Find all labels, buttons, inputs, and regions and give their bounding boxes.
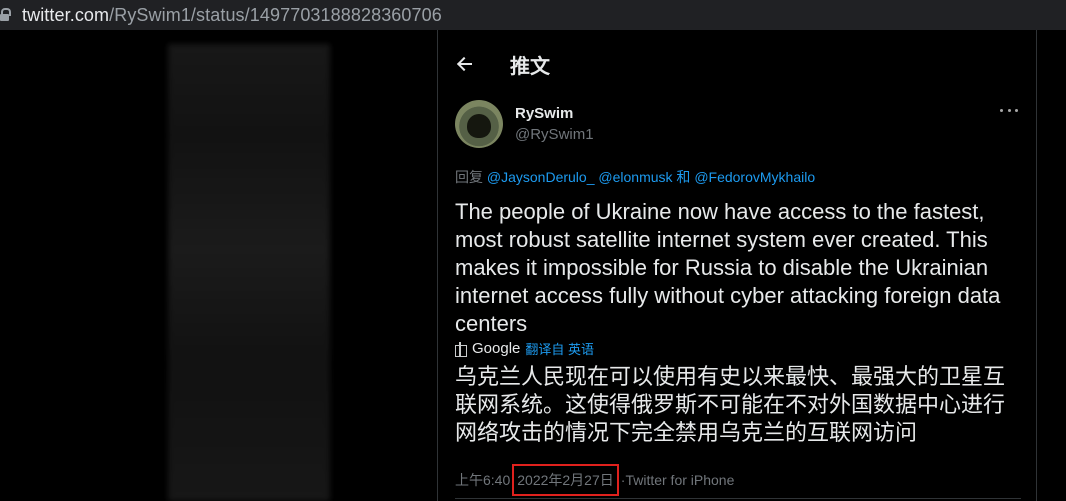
tweet-author[interactable]: RySwim @RySwim1 — [455, 100, 594, 148]
tweet-column: 推文 RySwim @RySwim1 回复 @JaysonDerulo_ @el… — [437, 30, 1037, 501]
url-text[interactable]: twitter.com/RySwim1/status/1497703188828… — [22, 5, 442, 26]
blurred-sidebar — [168, 44, 330, 501]
translate-source-link[interactable]: 翻译自 英语 — [525, 339, 594, 358]
tweet-date[interactable]: 2022年2月27日 — [512, 464, 619, 496]
lock-icon[interactable] — [0, 8, 11, 22]
translation-attribution: Google 翻译自 英语 — [455, 339, 594, 358]
reply-to-line: 回复 @JaysonDerulo_ @elonmusk 和 @FedorovMy… — [455, 167, 815, 187]
translate-provider: Google — [472, 340, 521, 357]
translated-body: 乌克兰人民现在可以使用有史以来最快、最强大的卫星互联网系统。这使得俄罗斯不可能在… — [455, 365, 1006, 446]
translate-icon — [455, 341, 467, 357]
reply-prefix: 回复 — [455, 169, 483, 185]
tweet-meta: 上午6:40 2022年2月27日 · Twitter for iPhone — [455, 464, 734, 496]
mention-link[interactable]: @elonmusk — [598, 169, 672, 185]
tweet-body: The people of Ukraine now have access to… — [455, 199, 1001, 336]
more-options-icon[interactable] — [1000, 109, 1018, 115]
divider — [455, 498, 1021, 499]
avatar[interactable] — [455, 100, 503, 148]
reply-and: 和 — [676, 169, 691, 185]
url-path: /RySwim1/status/1497703188828360706 — [109, 4, 442, 25]
user-handle[interactable]: @RySwim1 — [515, 126, 594, 143]
display-name[interactable]: RySwim — [515, 105, 594, 122]
mention-link[interactable]: @JaysonDerulo_ — [487, 169, 595, 185]
url-host: twitter.com — [22, 4, 110, 25]
author-text: RySwim @RySwim1 — [515, 105, 594, 143]
back-arrow-icon[interactable] — [456, 54, 476, 74]
address-bar[interactable]: twitter.com/RySwim1/status/1497703188828… — [0, 0, 1066, 30]
tweet-source[interactable]: Twitter for iPhone — [625, 472, 734, 488]
mention-link[interactable]: @FedorovMykhailo — [694, 169, 815, 185]
page-title: 推文 — [510, 53, 550, 78]
page-header: 推文 — [438, 48, 1036, 80]
tweet-time[interactable]: 上午6:40 — [455, 470, 510, 490]
